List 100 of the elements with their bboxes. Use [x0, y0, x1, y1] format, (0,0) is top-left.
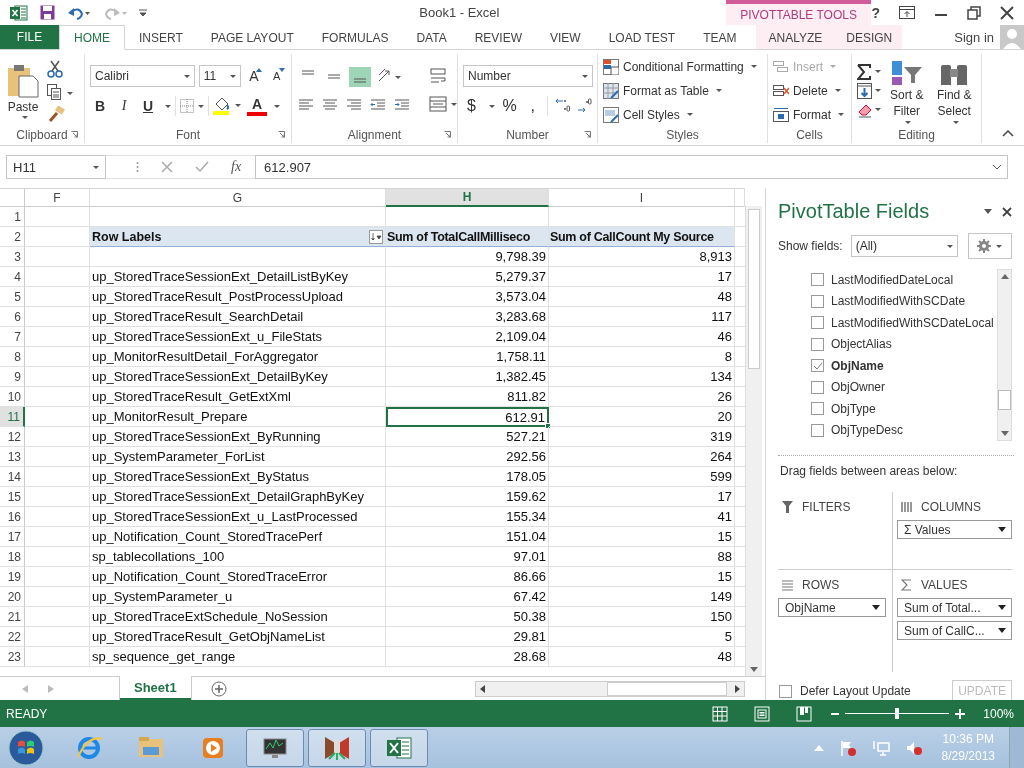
table-cell[interactable]: 3,283.68 — [386, 307, 549, 327]
ribbon-tab[interactable]: LOAD TEST — [594, 25, 690, 50]
ribbon-tab[interactable]: REVIEW — [460, 25, 536, 50]
row-header[interactable]: 12 — [0, 427, 25, 447]
font-name-dropdown[interactable]: Calibri — [90, 65, 195, 87]
fill-icon[interactable] — [857, 83, 881, 99]
table-cell[interactable]: 1,382.45 — [386, 367, 549, 387]
scroll-thumb[interactable] — [998, 390, 1011, 410]
fill-color-icon[interactable] — [213, 97, 243, 115]
table-cell[interactable] — [25, 487, 90, 507]
column-label-cell[interactable]: Row Labels — [90, 227, 386, 247]
table-cell[interactable]: up_StoredTraceResult_SearchDetail — [90, 307, 386, 327]
table-cell[interactable]: 48 — [549, 647, 735, 667]
ribbon-tab[interactable]: DATA — [402, 25, 461, 50]
table-cell[interactable]: 599 — [549, 467, 735, 487]
undo-icon[interactable] — [67, 5, 91, 20]
row-header[interactable]: 5 — [0, 287, 25, 307]
font-size-dropdown[interactable]: 11 — [198, 65, 241, 87]
name-box[interactable]: H11 — [6, 155, 106, 179]
column-label-cell[interactable]: Sum of TotalCallMilliseco — [386, 227, 549, 247]
ribbon-tab[interactable]: INSERT — [125, 25, 197, 50]
row-header[interactable]: 4 — [0, 267, 25, 287]
dialog-launcher-icon[interactable] — [584, 131, 591, 138]
dialog-launcher-icon[interactable] — [278, 131, 285, 138]
table-cell[interactable] — [25, 647, 90, 667]
table-cell[interactable] — [25, 327, 90, 347]
italic-button[interactable]: I — [114, 95, 134, 117]
sort-filter-button[interactable]: Sort & Filter — [885, 56, 929, 126]
slider-thumb[interactable] — [895, 708, 900, 719]
scroll-thumb[interactable] — [607, 681, 727, 696]
field-label[interactable]: ObjName — [831, 358, 884, 373]
scroll-down-icon[interactable] — [750, 667, 758, 672]
table-cell[interactable] — [25, 427, 90, 447]
table-cell[interactable]: up_StoredTraceSessionExt_u_LastProcessed — [90, 507, 386, 527]
field-label[interactable]: ObjectAlias — [831, 337, 892, 352]
sheet-tab[interactable]: Sheet1 — [120, 676, 191, 700]
table-cell[interactable]: up_MonitorResult_Prepare — [90, 407, 386, 427]
row-header[interactable]: 1 — [0, 207, 25, 227]
horizontal-scrollbar[interactable] — [475, 680, 745, 697]
row-header[interactable]: 17 — [0, 527, 25, 547]
table-cell[interactable]: up_Notification_Count_StoredTracePerf — [90, 527, 386, 547]
table-cell[interactable]: sp_tablecollations_100 — [90, 547, 386, 567]
table-cell[interactable] — [25, 387, 90, 407]
table-cell[interactable]: 46 — [549, 327, 735, 347]
eraser-icon[interactable] — [857, 102, 881, 118]
table-cell[interactable] — [25, 207, 90, 227]
format-painter-icon[interactable] — [47, 106, 65, 122]
row-header[interactable]: 14 — [0, 467, 25, 487]
table-cell[interactable] — [90, 247, 386, 267]
cancel-icon[interactable] — [161, 161, 173, 173]
underline-button[interactable]: U — [138, 95, 158, 117]
ribbon-tab[interactable]: VIEW — [536, 25, 595, 50]
table-cell[interactable]: 15 — [549, 527, 735, 547]
table-cell[interactable] — [25, 287, 90, 307]
enter-icon[interactable] — [195, 161, 209, 173]
cells-menu-button[interactable]: Format — [773, 104, 846, 125]
paste-button[interactable]: Paste — [5, 61, 41, 121]
field-label[interactable]: ObjOwner — [831, 380, 886, 395]
find-select-button[interactable]: Find & Select — [932, 56, 976, 126]
table-cell[interactable]: 8 — [549, 347, 735, 367]
ribbon-tab[interactable]: HOME — [59, 25, 125, 50]
row-header[interactable]: 15 — [0, 487, 25, 507]
table-cell[interactable] — [25, 267, 90, 287]
column-header[interactable]: H — [386, 189, 549, 207]
column-label-cell[interactable]: Sum of CallCount My Source — [549, 227, 735, 247]
sign-in-link[interactable]: Sign in — [954, 29, 994, 45]
close-icon[interactable] — [1002, 206, 1012, 217]
next-sheet-icon[interactable] — [48, 684, 54, 693]
styles-menu-button[interactable]: Format as Table — [603, 80, 762, 101]
copy-icon[interactable] — [47, 84, 73, 100]
table-cell[interactable] — [25, 247, 90, 267]
checkbox[interactable] — [811, 337, 824, 351]
help-button[interactable]: ? — [871, 4, 880, 21]
checkbox[interactable] — [811, 380, 824, 394]
checkbox[interactable] — [811, 273, 824, 287]
table-cell[interactable] — [25, 567, 90, 587]
table-cell[interactable]: 178.05 — [386, 467, 549, 487]
row-header[interactable]: 19 — [0, 567, 25, 587]
table-cell[interactable]: up_StoredTraceResult_GetObjNameList — [90, 627, 386, 647]
checkbox[interactable] — [779, 684, 792, 698]
row-header[interactable]: 16 — [0, 507, 25, 527]
row-header[interactable]: 6 — [0, 307, 25, 327]
table-cell[interactable]: 151.04 — [386, 527, 549, 547]
table-cell[interactable]: sp_sequence_get_range — [90, 647, 386, 667]
table-cell[interactable]: 86.66 — [386, 567, 549, 587]
normal-view-icon[interactable] — [712, 705, 729, 722]
checkbox-label[interactable]: Defer Layout Update — [800, 684, 911, 698]
checkbox[interactable] — [811, 402, 824, 416]
column-header[interactable]: I — [549, 189, 735, 207]
zoom-in-icon[interactable] — [955, 708, 966, 719]
file-tab[interactable]: FILE — [0, 25, 59, 49]
page-break-view-icon[interactable] — [796, 705, 813, 722]
row-header[interactable]: 21 — [0, 607, 25, 627]
table-cell[interactable]: 134 — [549, 367, 735, 387]
dialog-launcher-icon[interactable] — [444, 131, 451, 138]
table-cell[interactable]: 9,798.39 — [386, 247, 549, 267]
currency-button[interactable]: $ — [463, 95, 481, 117]
table-cell[interactable]: up_SystemParameter_u — [90, 587, 386, 607]
row-header[interactable]: 9 — [0, 367, 25, 387]
bottom-align-icon[interactable] — [349, 67, 371, 87]
